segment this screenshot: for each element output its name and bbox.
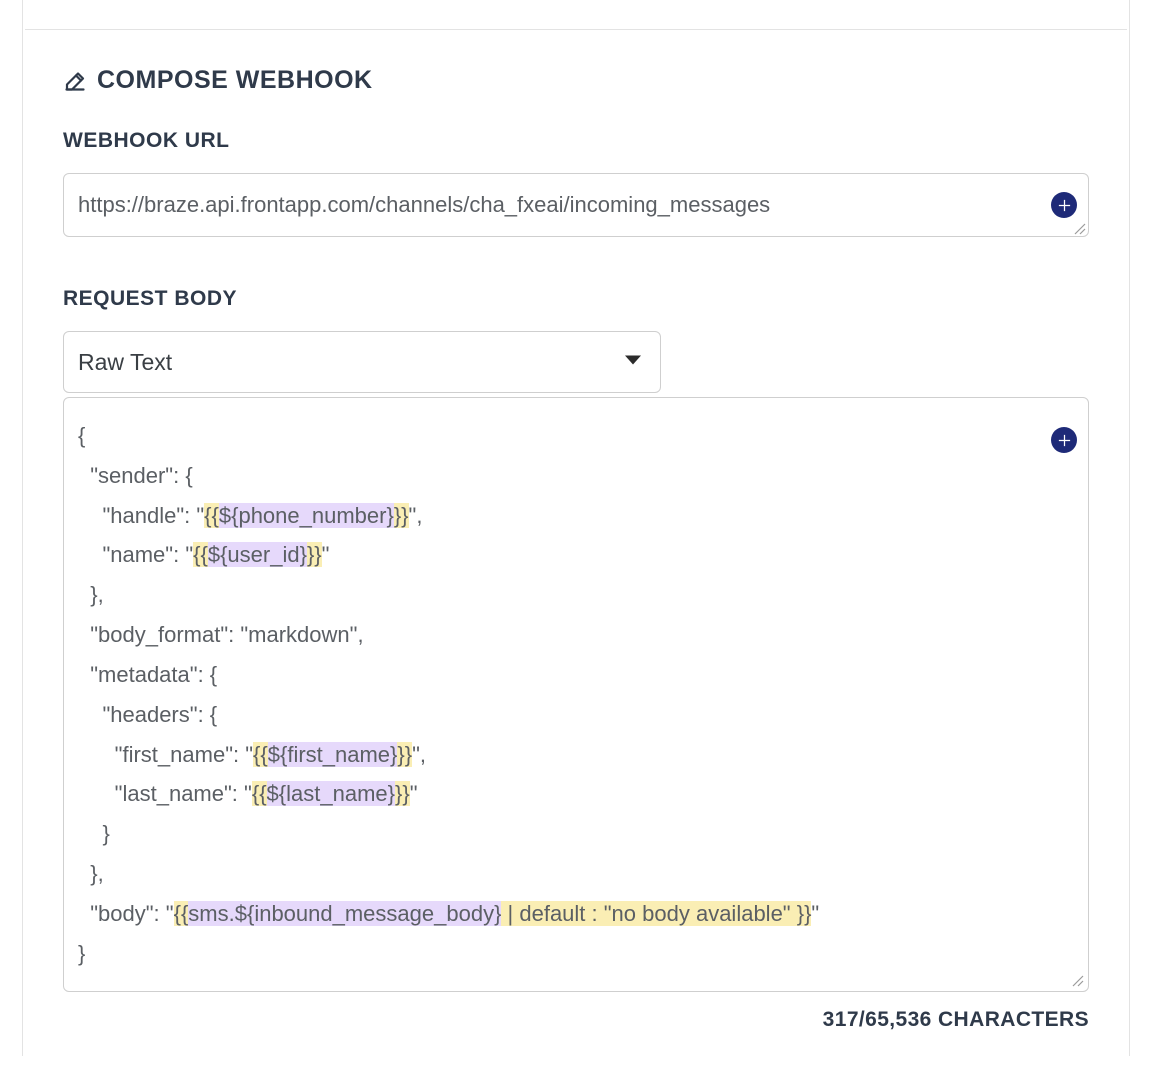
webhook-url-input[interactable]	[63, 173, 1089, 237]
code-segment: ${user_id}	[208, 542, 307, 567]
webhook-url-label: WEBHOOK URL	[63, 129, 1089, 153]
code-segment: "handle": "	[78, 503, 204, 528]
code-segment: | default : "no body available" }}	[501, 901, 811, 926]
code-segment: "first_name": "	[78, 742, 253, 767]
code-segment: "headers": {	[78, 702, 217, 727]
character-counter: 317/65,536 CHARACTERS	[63, 1008, 1089, 1032]
code-segment: ${first_name}	[268, 742, 398, 767]
request-body-mode-value: Raw Text	[78, 349, 172, 376]
code-segment: {{	[204, 503, 219, 528]
edit-icon	[63, 69, 87, 93]
panel-divider	[25, 0, 1127, 30]
code-segment: {{	[252, 781, 267, 806]
resize-handle-icon[interactable]	[1073, 222, 1089, 238]
code-segment: "	[410, 781, 418, 806]
request-body-label: REQUEST BODY	[63, 287, 1089, 311]
compose-webhook-title: COMPOSE WEBHOOK	[97, 66, 373, 95]
code-segment: }}	[397, 742, 412, 767]
code-segment: "	[322, 542, 330, 567]
code-segment: },	[78, 582, 104, 607]
code-segment: }}	[394, 503, 409, 528]
request-body-mode-select[interactable]: Raw Text	[63, 331, 661, 393]
code-segment: "metadata": {	[78, 662, 217, 687]
code-segment: "last_name": "	[78, 781, 252, 806]
code-segment: "name": "	[78, 542, 193, 567]
code-segment: }}	[307, 542, 322, 567]
resize-handle-icon[interactable]	[1071, 974, 1087, 990]
add-personalization-body-button[interactable]	[1051, 427, 1077, 453]
code-segment: ",	[412, 742, 426, 767]
code-segment: "	[811, 901, 819, 926]
code-segment: {{	[253, 742, 268, 767]
code-segment: "body": "	[78, 901, 174, 926]
add-personalization-button[interactable]	[1051, 192, 1077, 218]
code-segment: ",	[409, 503, 423, 528]
code-segment: }	[78, 941, 85, 966]
code-segment: }	[78, 821, 110, 846]
code-segment: sms.${inbound_message_body}	[188, 901, 501, 926]
code-segment: {{	[174, 901, 189, 926]
code-segment: },	[78, 861, 104, 886]
code-segment: {{	[193, 542, 208, 567]
compose-webhook-heading: COMPOSE WEBHOOK	[63, 66, 1089, 95]
request-body-editor[interactable]: { "sender": { "handle": "{{${phone_numbe…	[63, 397, 1089, 992]
code-segment: {	[78, 423, 85, 448]
code-segment: ${phone_number}	[219, 503, 394, 528]
code-segment: "body_format": "markdown",	[78, 622, 364, 647]
code-segment: "sender": {	[78, 463, 193, 488]
code-segment: ${last_name}	[267, 781, 395, 806]
code-segment: }}	[395, 781, 410, 806]
